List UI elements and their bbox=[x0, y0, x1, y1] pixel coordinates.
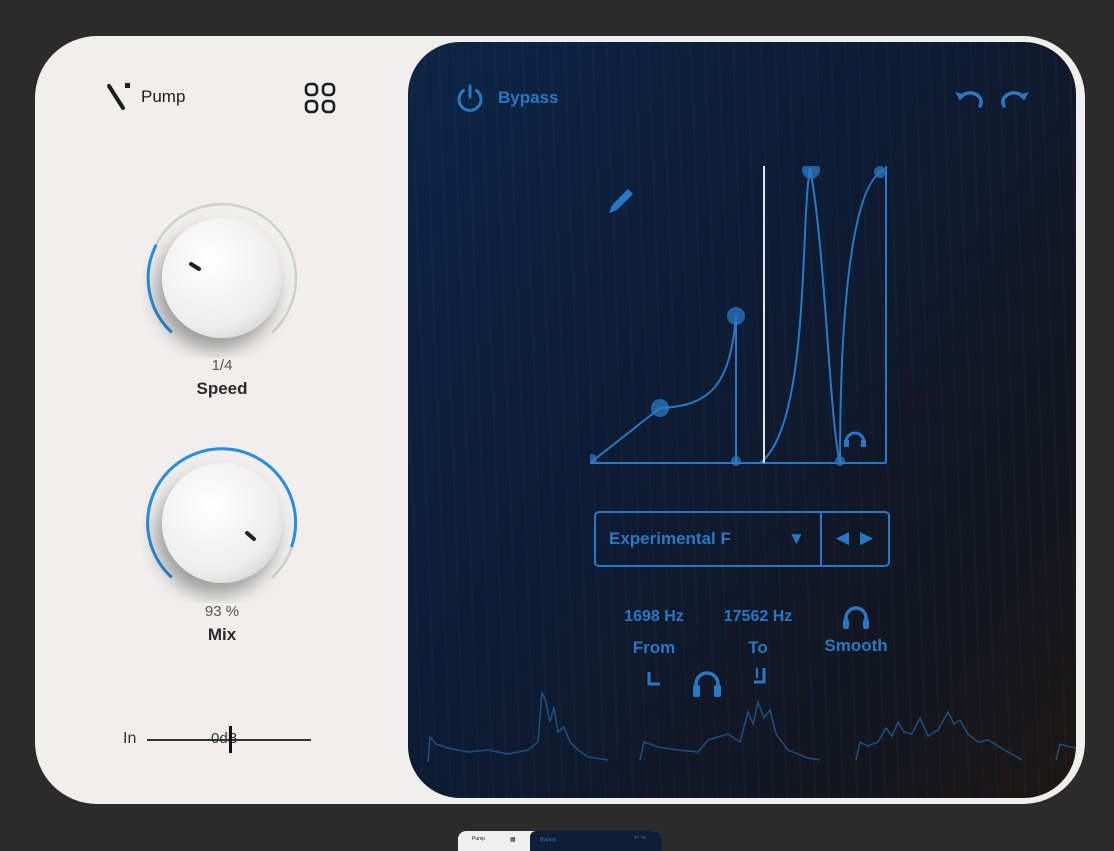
mini-undo-redo-icon: ↶ ↷ bbox=[634, 836, 646, 842]
mix-label: Mix bbox=[207, 625, 237, 644]
redo-icon[interactable] bbox=[998, 86, 1032, 112]
pump-logo-icon bbox=[107, 83, 130, 110]
bypass-label: Bypass bbox=[498, 88, 559, 107]
logo: Pump bbox=[107, 82, 185, 112]
curve-point[interactable] bbox=[874, 166, 886, 178]
power-icon bbox=[457, 84, 483, 112]
grid-four-icon[interactable] bbox=[303, 81, 337, 115]
left-panel: Pump 1/4 Speed 93 % Mix In 0dB bbox=[35, 36, 411, 804]
mini-logo: Pump bbox=[472, 836, 486, 842]
speed-knob[interactable] bbox=[142, 198, 302, 358]
curve-point[interactable] bbox=[651, 399, 669, 417]
undo-icon[interactable] bbox=[952, 86, 986, 112]
mini-grid-icon: ▦ bbox=[510, 837, 516, 843]
to-value: 17562 Hz bbox=[723, 608, 793, 625]
envelope-editor[interactable] bbox=[590, 166, 890, 474]
preset-name: Experimental F bbox=[609, 529, 731, 548]
mini-bypass: Bypass bbox=[540, 837, 557, 843]
triangle-down-icon[interactable]: ▼ bbox=[788, 529, 805, 549]
right-panel: Bypass Experimental F ▼ ◀ ▶ 1698 Hz From… bbox=[408, 42, 1076, 798]
to-label: To bbox=[748, 638, 768, 657]
logo-text: Pump bbox=[141, 87, 186, 106]
speed-label: Speed bbox=[196, 379, 248, 398]
plugin-window: Pump 1/4 Speed 93 % Mix In 0dB Bypass Ex… bbox=[35, 36, 1085, 804]
curve-point[interactable] bbox=[835, 456, 845, 466]
preset-prev-button[interactable]: ◀ bbox=[836, 528, 849, 548]
from-control[interactable]: 1698 Hz From bbox=[606, 608, 702, 658]
smooth-control[interactable]: Smooth bbox=[814, 604, 898, 656]
speed-knob-graphic bbox=[146, 202, 298, 338]
preset-selector[interactable]: Experimental F ▼ ◀ ▶ bbox=[594, 511, 890, 567]
spectrum-analyzer bbox=[427, 691, 1076, 763]
curve-point[interactable] bbox=[727, 307, 745, 325]
preset-next-button[interactable]: ▶ bbox=[860, 528, 873, 548]
speed-value: 1/4 bbox=[211, 357, 233, 374]
mix-knob[interactable] bbox=[142, 443, 302, 603]
mix-knob-graphic bbox=[146, 447, 298, 583]
smooth-label: Smooth bbox=[824, 636, 888, 655]
input-value: 0dB bbox=[211, 730, 238, 747]
input-handle[interactable] bbox=[229, 726, 232, 753]
to-control[interactable]: 17562 Hz To bbox=[704, 608, 812, 658]
curve-point[interactable] bbox=[731, 456, 741, 466]
input-label: In bbox=[123, 730, 137, 747]
bypass-button[interactable]: Bypass bbox=[454, 82, 558, 114]
headphones-icon bbox=[843, 606, 869, 629]
mini-preview[interactable]: Pump ▦ Bypass ↶ ↷ bbox=[458, 831, 662, 851]
preset-divider bbox=[820, 513, 822, 565]
from-label: From bbox=[632, 638, 676, 657]
curve-point[interactable] bbox=[802, 166, 820, 179]
from-value: 1698 Hz bbox=[624, 608, 684, 625]
mini-dark-panel: Bypass ↶ ↷ bbox=[530, 831, 662, 851]
mix-value: 93 % bbox=[204, 603, 240, 620]
input-gain-slider[interactable]: In 0dB bbox=[123, 726, 323, 756]
